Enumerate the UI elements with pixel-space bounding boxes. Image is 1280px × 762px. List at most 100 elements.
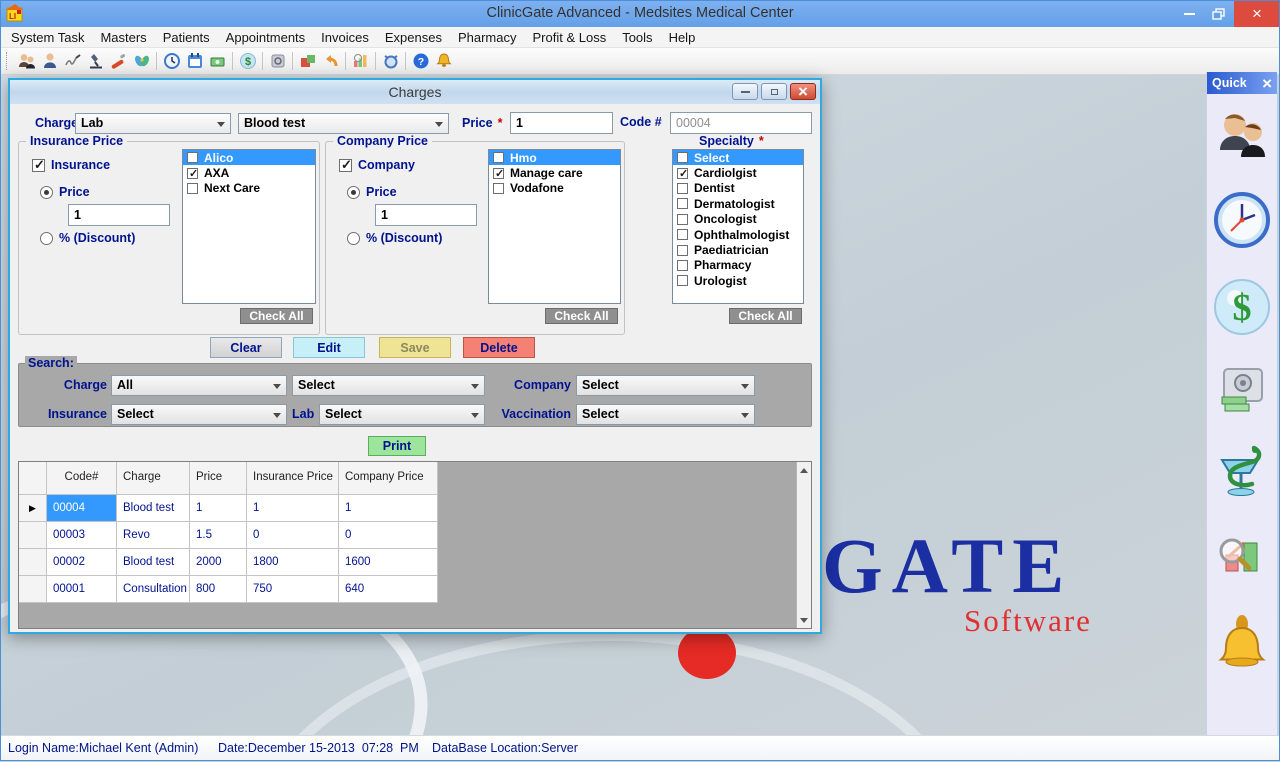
save-button[interactable]: Save: [379, 337, 451, 358]
checkbox-icon[interactable]: [187, 152, 198, 163]
grid-header-price[interactable]: Price: [190, 462, 247, 495]
radio-icon[interactable]: [347, 232, 360, 245]
cell-code[interactable]: 00003: [47, 522, 117, 549]
list-item[interactable]: Hmo: [489, 150, 620, 165]
dialog-close-icon[interactable]: [790, 83, 816, 100]
report-icon[interactable]: [1214, 533, 1270, 590]
checkbox-icon[interactable]: [187, 168, 198, 179]
row-selector[interactable]: [19, 576, 47, 603]
cell-company-price[interactable]: 1: [339, 495, 438, 522]
cell-code[interactable]: 00001: [47, 576, 117, 603]
list-item[interactable]: Next Care: [183, 181, 315, 196]
insurance-checkbox[interactable]: Insurance: [32, 158, 110, 172]
company-list[interactable]: Hmo Manage care Vodafone: [488, 149, 621, 304]
checkbox-icon[interactable]: [493, 183, 504, 194]
grid-header-charge[interactable]: Charge: [117, 462, 190, 495]
undo-icon[interactable]: [319, 50, 342, 73]
company-check-all-button[interactable]: Check All: [545, 308, 618, 324]
company-checkbox[interactable]: Company: [339, 158, 415, 172]
checkbox-icon[interactable]: [677, 229, 688, 240]
menu-tools[interactable]: Tools: [614, 27, 660, 48]
checkbox-icon[interactable]: [677, 152, 688, 163]
clock-icon[interactable]: [1213, 191, 1271, 254]
list-item[interactable]: Ophthalmologist: [673, 227, 803, 242]
restore-icon[interactable]: [1204, 0, 1234, 27]
list-item[interactable]: Select: [673, 150, 803, 165]
cell-charge[interactable]: Blood test: [117, 549, 190, 576]
menu-invoices[interactable]: Invoices: [313, 27, 377, 48]
checkbox-icon[interactable]: [677, 260, 688, 271]
dialog-title-bar[interactable]: Charges: [10, 80, 820, 104]
cell-charge[interactable]: Revo: [117, 522, 190, 549]
price-input[interactable]: 1: [510, 112, 613, 134]
company-price-radio[interactable]: Price: [347, 185, 397, 199]
dialog-minimize-icon[interactable]: [732, 83, 758, 100]
menu-expenses[interactable]: Expenses: [377, 27, 450, 48]
list-item[interactable]: Alico: [183, 150, 315, 165]
clear-button[interactable]: Clear: [210, 337, 282, 358]
cell-charge[interactable]: Consultation: [117, 576, 190, 603]
checkbox-icon[interactable]: [493, 152, 504, 163]
list-item[interactable]: Oncologist: [673, 212, 803, 227]
menu-patients[interactable]: Patients: [155, 27, 218, 48]
patients-icon[interactable]: [1214, 110, 1270, 167]
checkbox-icon[interactable]: [677, 198, 688, 209]
checkbox-icon[interactable]: [187, 183, 198, 194]
grid-header-insurance-price[interactable]: Insurance Price: [247, 462, 339, 495]
doctor-icon[interactable]: [130, 50, 153, 73]
list-item[interactable]: Manage care: [489, 165, 620, 180]
cell-price[interactable]: 1: [190, 495, 247, 522]
menu-profit-loss[interactable]: Profit & Loss: [525, 27, 615, 48]
patient-icon[interactable]: [38, 50, 61, 73]
edit-button[interactable]: Edit: [293, 337, 365, 358]
insurance-price-input[interactable]: 1: [68, 204, 170, 226]
menu-appointments[interactable]: Appointments: [218, 27, 314, 48]
cell-company-price[interactable]: 1600: [339, 549, 438, 576]
print-button[interactable]: Print: [368, 436, 426, 456]
payment-icon[interactable]: [206, 50, 229, 73]
radio-icon[interactable]: [40, 186, 53, 199]
charge-category-select[interactable]: Lab: [75, 113, 231, 134]
cell-price[interactable]: 2000: [190, 549, 247, 576]
safe-icon[interactable]: [266, 50, 289, 73]
checkbox-icon[interactable]: [32, 159, 45, 172]
code-input[interactable]: 00004: [670, 112, 812, 134]
search-charge-item-select[interactable]: Select: [292, 375, 485, 396]
close-icon[interactable]: [1234, 0, 1280, 27]
list-item[interactable]: Dentist: [673, 181, 803, 196]
bell-icon[interactable]: [1217, 614, 1267, 681]
list-item[interactable]: AXA: [183, 165, 315, 180]
search-insurance-select[interactable]: Select: [111, 404, 287, 425]
cell-code[interactable]: 00002: [47, 549, 117, 576]
pharmacy-icon[interactable]: [1214, 444, 1270, 509]
pharmacy-box-icon[interactable]: [296, 50, 319, 73]
insurance-discount-radio[interactable]: % (Discount): [40, 231, 135, 245]
scroll-down-icon[interactable]: [797, 612, 811, 628]
report-icon[interactable]: [349, 50, 372, 73]
specialty-check-all-button[interactable]: Check All: [729, 308, 802, 324]
table-row[interactable]: 00004 Blood test 1 1 1: [19, 495, 439, 522]
microscope-icon[interactable]: [84, 50, 107, 73]
cell-company-price[interactable]: 640: [339, 576, 438, 603]
company-discount-radio[interactable]: % (Discount): [347, 231, 442, 245]
cell-charge[interactable]: Blood test: [117, 495, 190, 522]
dialog-restore-icon[interactable]: [761, 83, 787, 100]
delete-button[interactable]: Delete: [463, 337, 535, 358]
cell-company-price[interactable]: 0: [339, 522, 438, 549]
alarm-icon[interactable]: [379, 50, 402, 73]
row-selector[interactable]: [19, 549, 47, 576]
quick-close-icon[interactable]: [1262, 75, 1272, 92]
list-item[interactable]: Urologist: [673, 273, 803, 288]
checkbox-icon[interactable]: [677, 275, 688, 286]
checkbox-icon[interactable]: [677, 168, 688, 179]
cell-insurance-price[interactable]: 1800: [247, 549, 339, 576]
search-lab-select[interactable]: Select: [319, 404, 485, 425]
cell-price[interactable]: 1.5: [190, 522, 247, 549]
checkbox-icon[interactable]: [339, 159, 352, 172]
calendar-icon[interactable]: [183, 50, 206, 73]
dollar-icon[interactable]: $: [1213, 278, 1271, 341]
insurance-price-radio[interactable]: Price: [40, 185, 90, 199]
charge-item-select[interactable]: Blood test: [238, 113, 449, 134]
search-charge-select[interactable]: All: [111, 375, 287, 396]
grid-scrollbar[interactable]: [796, 462, 811, 628]
